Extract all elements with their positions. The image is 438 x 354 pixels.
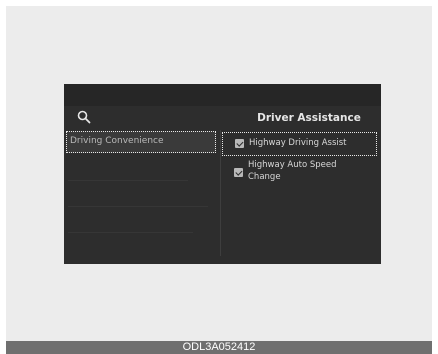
option-highway-driving-assist[interactable]: Highway Driving Assist [222, 132, 377, 156]
option-label: Highway Auto Speed Change [248, 160, 337, 182]
panel-title: Driver Assistance [257, 112, 361, 124]
option-label: Highway Driving Assist [249, 138, 347, 148]
checkbox-checked-icon[interactable] [235, 139, 244, 148]
search-icon[interactable] [77, 110, 91, 124]
menu-separator [68, 180, 188, 181]
menu-separator [68, 206, 208, 207]
image-caption: ODL3A052412 [6, 341, 432, 354]
status-strip [64, 84, 381, 106]
option-highway-auto-speed-change[interactable]: Highway Auto Speed Change [222, 158, 372, 192]
checkbox-checked-icon[interactable] [234, 168, 243, 177]
menu-separator [68, 232, 193, 233]
column-divider [220, 130, 221, 256]
infotainment-screen: Driver Assistance Driving Convenience Hi… [64, 84, 381, 264]
menu-item-driving-convenience[interactable]: Driving Convenience [66, 131, 216, 153]
